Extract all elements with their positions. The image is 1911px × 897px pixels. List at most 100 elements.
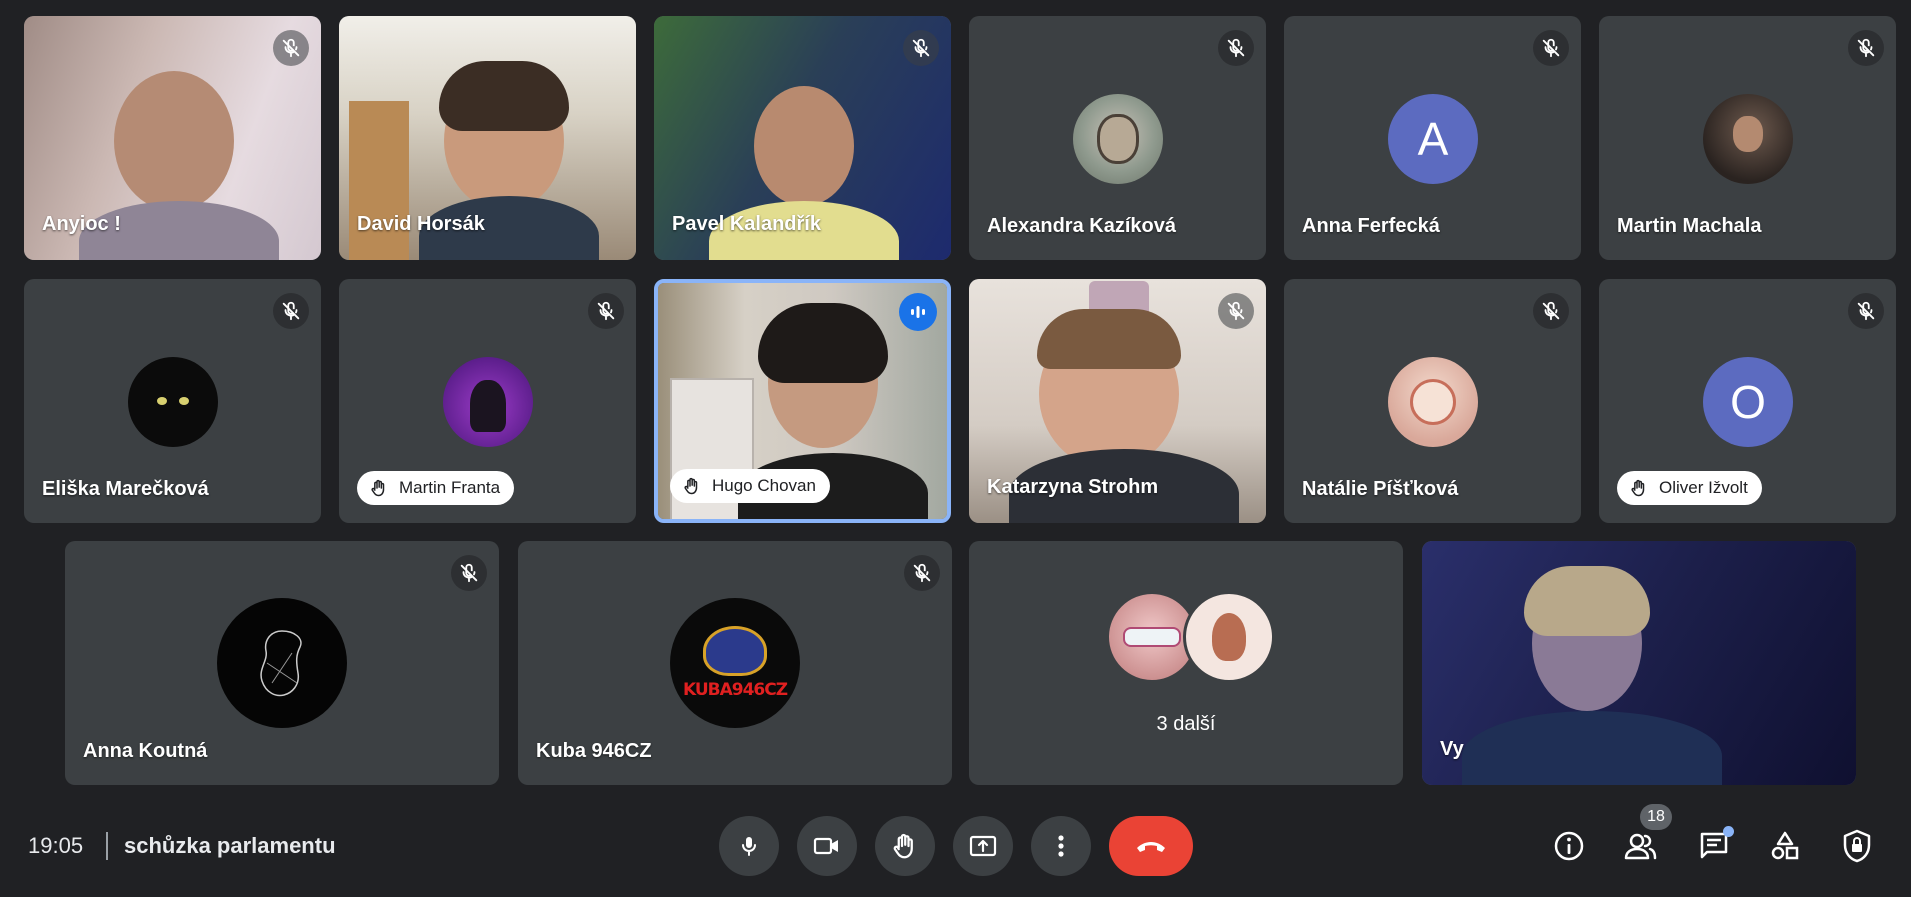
participant-tile-eliska[interactable]: Eliška Marečková <box>24 279 321 523</box>
mic-off-icon <box>273 293 309 329</box>
cat-eye <box>179 397 189 405</box>
door <box>349 101 409 260</box>
present-screen-button[interactable] <box>953 816 1013 876</box>
person-silhouette <box>114 71 234 211</box>
participant-tile-david[interactable]: David Horsák <box>339 16 636 260</box>
participant-name: Kuba 946CZ <box>536 740 652 762</box>
participant-tile-oliver[interactable]: O Oliver Ižvolt <box>1599 279 1896 523</box>
more-participants-tile[interactable]: 3 další <box>969 541 1403 785</box>
braid-illustration <box>1212 613 1246 661</box>
participant-name: Pavel Kalandřík <box>672 213 821 235</box>
person-hair <box>1037 309 1181 369</box>
divider <box>106 832 108 860</box>
cat-eye <box>157 397 167 405</box>
participant-tile-katarzyna[interactable]: Katarzyna Strohm <box>969 279 1266 523</box>
avatar <box>1073 94 1163 184</box>
sunglasses <box>1123 627 1181 647</box>
avatar <box>1388 357 1478 447</box>
participant-name: Alexandra Kazíková <box>987 215 1176 237</box>
participant-tile-martin-franta[interactable]: Martin Franta <box>339 279 636 523</box>
participant-name: Katarzyna Strohm <box>987 476 1159 498</box>
host-controls-button[interactable] <box>1832 821 1882 871</box>
participant-name: Vy <box>1440 738 1464 760</box>
participant-tile-anyioc[interactable]: Anyioc ! <box>24 16 321 260</box>
avatar: A <box>1388 94 1478 184</box>
avatar: KUBA946CZ <box>670 598 800 728</box>
mic-off-icon <box>451 555 487 591</box>
raised-hand-chip: Hugo Chovan <box>670 469 830 503</box>
participant-name: Anyioc ! <box>42 213 121 235</box>
raised-hand-icon <box>1629 478 1649 498</box>
avatar <box>1703 94 1793 184</box>
mic-off-icon <box>1848 293 1884 329</box>
participant-tile-anna-koutna[interactable]: Anna Koutná <box>65 541 499 785</box>
raised-hand-chip: Martin Franta <box>357 471 515 505</box>
participant-tile-anna-ferfecka[interactable]: A Anna Ferfecká <box>1284 16 1581 260</box>
lion-emblem <box>703 626 767 676</box>
avatar <box>128 357 218 447</box>
microphone-icon <box>742 837 756 856</box>
raise-hand-button[interactable] <box>875 816 935 876</box>
participant-name: Anna Ferfecká <box>1302 215 1440 237</box>
participant-name: David Horsák <box>357 213 485 235</box>
activities-button[interactable] <box>1760 821 1810 871</box>
participant-name: Martin Machala <box>1617 215 1762 237</box>
participant-name: Natálie Píšťková <box>1302 478 1459 500</box>
avatar <box>217 598 347 728</box>
person-silhouette <box>754 86 854 206</box>
cartoon-face <box>1410 379 1456 425</box>
mic-off-icon <box>1533 30 1569 66</box>
mic-off-icon <box>1218 293 1254 329</box>
end-call-icon <box>1137 842 1165 852</box>
raised-hand-icon <box>369 478 389 498</box>
logo-text: KUBA946CZ <box>682 680 788 700</box>
participant-name: Eliška Marečková <box>42 478 209 500</box>
raised-hand-chip: Oliver Ižvolt <box>1617 471 1762 505</box>
mic-off-icon <box>903 30 939 66</box>
unread-indicator <box>1723 826 1734 837</box>
participant-tile-pavel[interactable]: Pavel Kalandřík <box>654 16 951 260</box>
character-figure <box>470 380 506 432</box>
mic-off-icon <box>588 293 624 329</box>
participant-count-badge: 18 <box>1640 804 1672 830</box>
camera-button[interactable] <box>797 816 857 876</box>
mic-off-icon <box>1218 30 1254 66</box>
people-icon <box>1624 833 1657 860</box>
mic-off-icon <box>904 555 940 591</box>
shield-lock-icon <box>1843 829 1871 863</box>
info-icon <box>1554 831 1584 861</box>
avatar: O <box>1703 357 1793 447</box>
more-participants-label: 3 další <box>1156 713 1216 735</box>
speaking-indicator-icon <box>899 293 937 331</box>
participant-tile-natalie[interactable]: Natálie Píšťková <box>1284 279 1581 523</box>
participant-tile-kuba[interactable]: KUBA946CZ Kuba 946CZ <box>518 541 952 785</box>
meeting-time: 19:05 <box>28 833 84 858</box>
mic-off-icon <box>273 30 309 66</box>
sketch-figure <box>260 630 302 697</box>
raise-hand-icon <box>890 831 920 861</box>
activities-icon <box>1771 831 1799 860</box>
participant-name: Anna Koutná <box>83 740 208 762</box>
raccoon-figure <box>1097 114 1139 164</box>
meeting-title: schůzka parlamentu <box>124 833 336 858</box>
mic-off-icon <box>1533 293 1569 329</box>
microphone-button[interactable] <box>719 816 779 876</box>
raised-hand-icon <box>682 476 702 496</box>
participant-tile-martin-machala[interactable]: Martin Machala <box>1599 16 1896 260</box>
mic-off-icon <box>1848 30 1884 66</box>
portrait-face <box>1733 116 1763 152</box>
participant-tile-alexandra[interactable]: Alexandra Kazíková <box>969 16 1266 260</box>
person-hair <box>439 61 569 131</box>
person-hair <box>758 303 888 383</box>
participant-name: Oliver Ižvolt <box>1659 478 1748 497</box>
participant-name: Hugo Chovan <box>712 476 816 495</box>
avatar <box>443 357 533 447</box>
avatar <box>1183 591 1275 683</box>
more-options-button[interactable] <box>1031 816 1091 876</box>
person-hair <box>1524 566 1650 636</box>
self-view-tile[interactable]: Vy <box>1422 541 1856 785</box>
meeting-details-button[interactable] <box>1544 821 1594 871</box>
participant-tile-hugo[interactable]: Hugo Chovan <box>654 279 951 523</box>
end-call-button[interactable] <box>1109 816 1193 876</box>
participant-name: Martin Franta <box>399 478 501 497</box>
